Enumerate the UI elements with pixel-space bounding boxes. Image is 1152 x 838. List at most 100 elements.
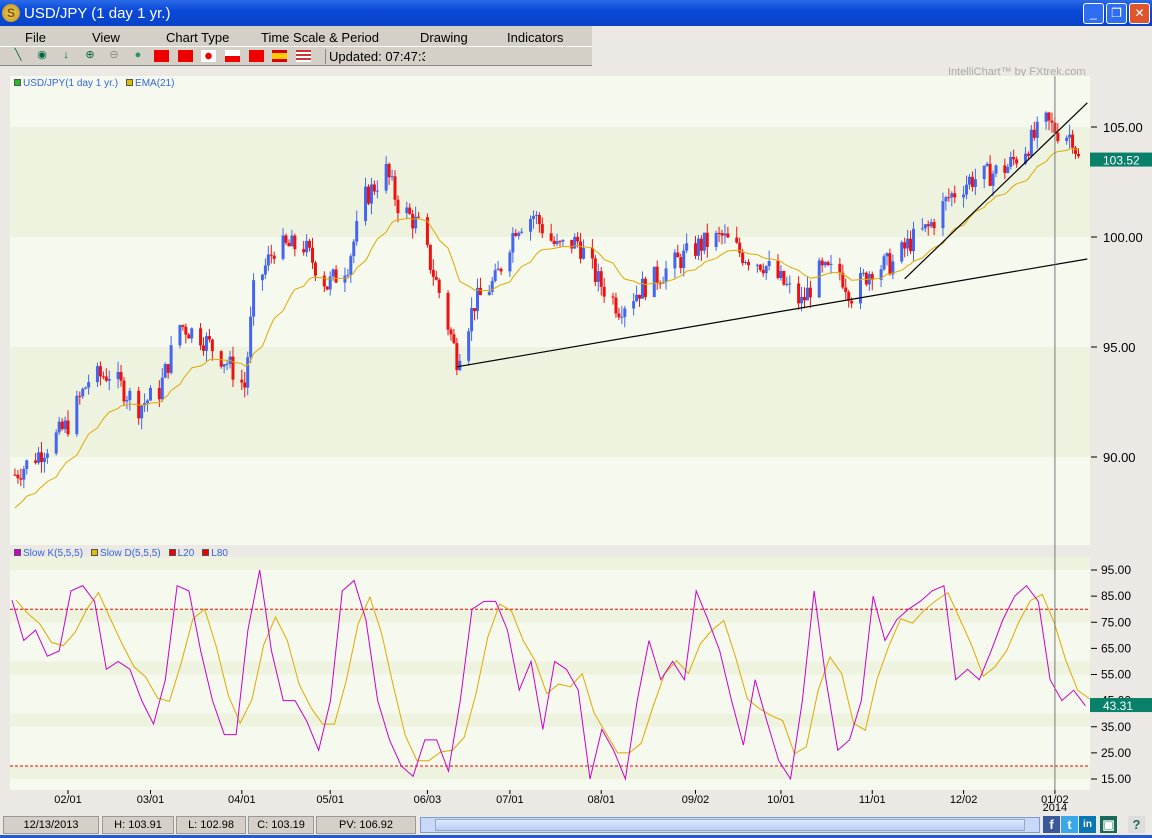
candle (387, 163, 391, 178)
window-icon[interactable]: ▣ (1100, 816, 1117, 833)
candle (34, 460, 38, 463)
candle (552, 240, 556, 244)
candle (1015, 159, 1019, 164)
candle (723, 233, 727, 236)
candle (635, 294, 639, 302)
candle (797, 283, 801, 304)
candle (929, 222, 933, 227)
candle (570, 239, 574, 249)
candle (25, 460, 29, 469)
candle (932, 222, 936, 229)
candle (888, 253, 892, 275)
horizontal-scrollbar[interactable] (420, 817, 1040, 833)
candle (87, 382, 91, 388)
candle (805, 287, 809, 301)
candle (148, 388, 152, 401)
candle (1009, 156, 1013, 167)
candle (302, 249, 306, 253)
legend-label: EMA(21) (135, 78, 175, 89)
candle (576, 236, 580, 242)
candle (411, 213, 415, 229)
candle (673, 252, 677, 269)
linkedin-icon[interactable]: in (1079, 816, 1096, 833)
candle (1029, 129, 1033, 157)
candle (369, 184, 373, 204)
candle (16, 474, 20, 479)
candle (393, 176, 397, 200)
y-tick-label: 75.00 (1101, 615, 1131, 629)
candle (779, 271, 783, 279)
candle (219, 351, 223, 367)
candle (717, 232, 721, 234)
candle (511, 233, 515, 253)
y-tick-label: 90.00 (1103, 450, 1136, 465)
candle (611, 296, 615, 298)
candle (284, 235, 288, 243)
candle (125, 400, 129, 402)
legend-item-slow-k: Slow K(5,5,5) (14, 548, 83, 559)
stoch-band (10, 713, 1090, 727)
candle (1032, 129, 1036, 138)
y-tick-label: 95.00 (1101, 563, 1131, 577)
candle (664, 268, 668, 283)
candle (962, 194, 966, 198)
candle (529, 218, 533, 232)
candle (537, 214, 541, 225)
x-tick-label: 03/01 (137, 794, 165, 806)
twitter-icon[interactable]: t (1061, 816, 1078, 833)
candle (741, 252, 745, 264)
candle (473, 308, 477, 312)
x-tick-label: 07/01 (496, 794, 524, 806)
x-tick-label: 10/01 (767, 794, 795, 806)
candle (817, 260, 821, 298)
stoch-band (10, 661, 1090, 675)
candle (434, 276, 438, 280)
candle (243, 382, 247, 388)
candle (994, 165, 998, 174)
candle (128, 390, 132, 401)
status-bar: 12/13/2013 H: 103.91 L: 102.98 C: 103.19… (0, 815, 1152, 835)
candle (184, 326, 188, 335)
candle (620, 316, 624, 318)
candle (322, 275, 326, 287)
candle (405, 207, 409, 214)
candle (555, 241, 559, 244)
candle (204, 336, 208, 351)
candle (696, 238, 700, 256)
candle (325, 286, 329, 290)
candle (1071, 134, 1075, 148)
chart-area[interactable]: 105.00 100.00 95.00 90.00 95.00 85.00 75.00 65.… (0, 0, 1152, 815)
candle (305, 240, 309, 253)
candle (210, 339, 214, 352)
candle (714, 232, 718, 247)
facebook-icon[interactable]: f (1043, 816, 1060, 833)
y-tick-label: 35.00 (1101, 720, 1131, 734)
candle (985, 163, 989, 166)
candle (820, 260, 824, 266)
candle (437, 279, 441, 293)
candle (63, 420, 67, 430)
candle (909, 238, 913, 252)
candle (364, 186, 368, 222)
help-icon[interactable]: ? (1128, 816, 1145, 833)
candle (747, 262, 751, 266)
candle (1006, 166, 1010, 173)
candle (885, 253, 889, 257)
candle (81, 388, 85, 397)
legend-label: L80 (211, 548, 228, 559)
candle (290, 235, 294, 247)
candle (487, 291, 491, 296)
scrollbar-thumb[interactable] (435, 819, 1025, 831)
candle (720, 233, 724, 236)
candle (705, 232, 709, 247)
candle (973, 179, 977, 187)
candle (343, 275, 347, 283)
candle (104, 376, 108, 381)
candle (207, 336, 211, 340)
y-tick-label: 95.00 (1103, 340, 1136, 355)
candle (190, 328, 194, 339)
candle (991, 173, 995, 186)
candle (352, 241, 356, 257)
candle (13, 474, 17, 476)
last-stoch-label: 43.31 (1103, 699, 1133, 713)
